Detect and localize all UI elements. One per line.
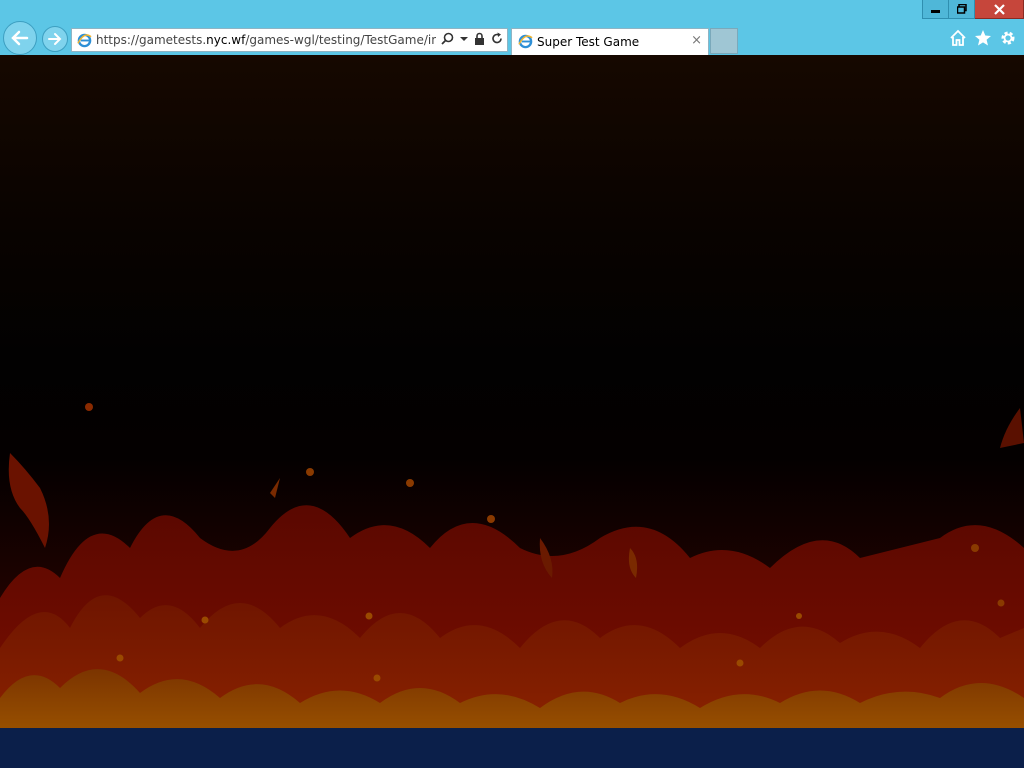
url-domain: nyc.wf bbox=[206, 33, 246, 47]
minimize-button[interactable] bbox=[922, 0, 949, 19]
restore-button[interactable] bbox=[949, 0, 975, 19]
tab-close-icon[interactable]: × bbox=[691, 34, 702, 48]
game-canvas[interactable] bbox=[0, 55, 1024, 728]
lock-icon[interactable] bbox=[474, 32, 485, 45]
restore-icon bbox=[956, 4, 967, 14]
footer-bar bbox=[0, 728, 1024, 768]
address-url[interactable]: https://gametests.nyc.wf/games-wgl/testi… bbox=[96, 32, 436, 48]
tab-super-test-game[interactable]: Super Test Game × bbox=[511, 28, 709, 55]
url-prefix: https://gametests. bbox=[96, 33, 207, 47]
address-tools bbox=[441, 32, 503, 45]
address-bar[interactable]: https://gametests.nyc.wf/games-wgl/testi… bbox=[71, 28, 508, 52]
ie-site-icon bbox=[77, 33, 92, 52]
star-icon[interactable] bbox=[974, 29, 992, 47]
back-arrow-icon bbox=[11, 30, 29, 46]
close-icon bbox=[993, 3, 1005, 15]
browser-toolbar: https://gametests.nyc.wf/games-wgl/testi… bbox=[0, 0, 1024, 55]
close-window-button[interactable] bbox=[975, 0, 1024, 19]
flames-background bbox=[0, 403, 1024, 728]
chevron-down-icon[interactable] bbox=[460, 32, 468, 45]
refresh-icon[interactable] bbox=[491, 32, 503, 45]
forward-arrow-icon bbox=[48, 33, 62, 45]
new-tab-button[interactable] bbox=[710, 28, 738, 54]
tab-ie-icon bbox=[518, 34, 533, 53]
back-button[interactable] bbox=[3, 21, 37, 55]
tab-title: Super Test Game bbox=[537, 35, 640, 49]
minimize-icon bbox=[930, 10, 940, 13]
home-icon[interactable] bbox=[949, 29, 967, 47]
url-path: /games-wgl/testing/TestGame/index.ht bbox=[245, 33, 436, 47]
forward-button[interactable] bbox=[42, 26, 68, 52]
gear-icon[interactable] bbox=[999, 29, 1017, 47]
search-icon[interactable] bbox=[441, 32, 454, 45]
